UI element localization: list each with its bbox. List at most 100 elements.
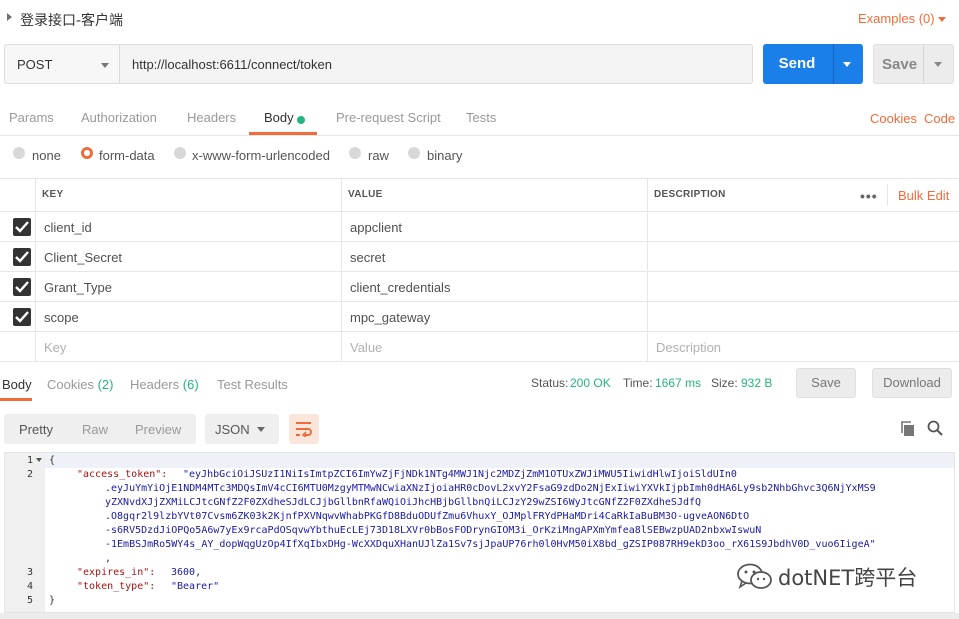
radio-label-x-www-form-urlencoded[interactable]: x-www-form-urlencoded: [192, 148, 330, 163]
url-text: http://localhost:6611/connect/token: [132, 57, 332, 72]
radio-form-data[interactable]: [81, 147, 93, 159]
radio-label-raw[interactable]: raw: [368, 148, 389, 163]
code-token-line: yZXNvdXJjZXMiLCJtcGNfZ2F0ZXdheSJdLCJjbGl…: [105, 497, 702, 508]
view-preview[interactable]: Preview: [135, 422, 181, 437]
radio-raw[interactable]: [349, 147, 361, 159]
radio-binary[interactable]: [408, 147, 420, 159]
method-select[interactable]: POST: [4, 44, 120, 84]
wrap-lines-icon: [296, 422, 312, 437]
column-header-description: DESCRIPTION: [654, 189, 726, 200]
request-title-bar: 登录接口-客户端 Examples (0): [0, 0, 959, 36]
size-value[interactable]: 932 B: [741, 376, 772, 390]
active-line-highlight: [45, 453, 954, 468]
response-tab-test-results[interactable]: Test Results: [217, 377, 288, 392]
tab-headers[interactable]: Headers: [187, 110, 236, 125]
radio-label-form-data[interactable]: form-data: [99, 148, 155, 163]
param-key[interactable]: Grant_Type: [44, 280, 112, 295]
row-checkbox[interactable]: [13, 218, 31, 236]
active-tab-indicator: [0, 398, 32, 401]
code-token-line: -s6RV5DzdJiOPQo5A6w7yEx9rcaPdOSqvwYbthuE…: [105, 525, 762, 536]
view-raw[interactable]: Raw: [82, 422, 108, 437]
time-label: Time:: [623, 376, 653, 390]
tab-tests[interactable]: Tests: [466, 110, 496, 125]
line-number: 5: [26, 595, 33, 606]
tab-pre-request-script[interactable]: Pre-request Script: [336, 110, 441, 125]
radio-label-none[interactable]: none: [32, 148, 61, 163]
response-tab-body[interactable]: Body: [2, 377, 32, 392]
send-button[interactable]: Send: [763, 44, 863, 84]
param-value[interactable]: appclient: [350, 220, 402, 235]
new-key-input[interactable]: Key: [44, 340, 66, 355]
status-label: Status:: [531, 376, 569, 390]
collapse-caret-icon[interactable]: [7, 13, 12, 21]
divider: [647, 178, 648, 362]
line-number: 4: [26, 581, 33, 592]
copy-icon[interactable]: [900, 421, 916, 437]
divider: [833, 44, 834, 84]
param-key[interactable]: client_id: [44, 220, 92, 235]
code-token-line: .eyJuYmYiOjE1NDM4MTc3MDQsImV4cCI6MTU0Mzg…: [105, 483, 876, 494]
new-description-input[interactable]: Description: [656, 340, 721, 355]
examples-dropdown[interactable]: Examples (0): [858, 11, 935, 26]
save-response-button[interactable]: Save: [796, 368, 856, 398]
tab-body[interactable]: Body: [264, 110, 294, 125]
divider: [0, 301, 959, 302]
code-comma: ,: [105, 553, 112, 564]
chevron-down-icon[interactable]: [938, 17, 946, 22]
tab-params[interactable]: Params: [9, 110, 54, 125]
horizontal-scrollbar[interactable]: [0, 613, 959, 619]
download-button[interactable]: Download: [872, 368, 952, 398]
send-label: Send: [778, 55, 816, 72]
more-options-icon[interactable]: •••: [860, 188, 878, 204]
save-options-chevron-icon[interactable]: [934, 62, 942, 67]
view-mode-toggle: Pretty Raw Preview: [4, 414, 196, 444]
url-input[interactable]: http://localhost:6611/connect/token: [120, 44, 753, 84]
new-value-input[interactable]: Value: [350, 340, 382, 355]
row-checkbox[interactable]: [13, 248, 31, 266]
wrap-lines-button[interactable]: [289, 414, 319, 444]
headers-count: (6): [182, 377, 199, 392]
line-number: 3: [26, 567, 33, 578]
param-value[interactable]: client_credentials: [350, 280, 450, 295]
view-pretty[interactable]: Pretty: [19, 422, 53, 437]
code-token-line: .O8gqr2l9lzbYVt07Cvsm6ZK03k2KjnfPXVNqwvW…: [105, 511, 750, 522]
active-tab-indicator: [249, 132, 317, 135]
response-tab-headers[interactable]: Headers (6): [130, 377, 199, 392]
code-link[interactable]: Code: [924, 111, 955, 126]
row-checkbox[interactable]: [13, 308, 31, 326]
param-key[interactable]: scope: [44, 310, 79, 325]
divider: [0, 211, 959, 212]
time-value[interactable]: 1667 ms: [655, 376, 701, 390]
code-value-token-type: "Bearer": [171, 581, 220, 592]
radio-label-binary[interactable]: binary: [427, 148, 462, 163]
divider: [341, 178, 342, 362]
radio-none[interactable]: [13, 147, 25, 159]
divider: [0, 331, 959, 332]
code-close-brace: }: [49, 595, 56, 606]
line-gutter: 1 2 3 4 5: [5, 453, 45, 612]
format-select[interactable]: JSON: [205, 414, 279, 444]
param-value[interactable]: mpc_gateway: [350, 310, 430, 325]
tab-authorization[interactable]: Authorization: [81, 110, 157, 125]
divider: [0, 361, 959, 362]
divider: [35, 178, 36, 362]
cookies-link[interactable]: Cookies: [870, 111, 917, 126]
request-tabs: Params Authorization Headers Body Pre-re…: [0, 98, 959, 136]
param-key[interactable]: Client_Secret: [44, 250, 122, 265]
fold-caret-icon[interactable]: [36, 458, 42, 462]
size-label: Size:: [711, 376, 738, 390]
request-name[interactable]: 登录接口-客户端: [20, 10, 123, 30]
save-button[interactable]: Save: [873, 44, 954, 84]
search-icon[interactable]: [927, 420, 943, 436]
tab-label: Cookies: [47, 377, 94, 392]
code-value-expires-in: 3600,: [171, 567, 202, 578]
row-checkbox[interactable]: [13, 278, 31, 296]
radio-x-www-form-urlencoded[interactable]: [174, 147, 186, 159]
param-value[interactable]: secret: [350, 250, 385, 265]
bulk-edit-link[interactable]: Bulk Edit: [898, 188, 949, 203]
send-options-chevron-icon[interactable]: [843, 62, 851, 67]
save-label: Save: [882, 56, 918, 73]
line-number: 2: [26, 469, 33, 480]
response-tab-cookies[interactable]: Cookies (2): [47, 377, 113, 392]
status-value[interactable]: 200 OK: [570, 376, 611, 390]
